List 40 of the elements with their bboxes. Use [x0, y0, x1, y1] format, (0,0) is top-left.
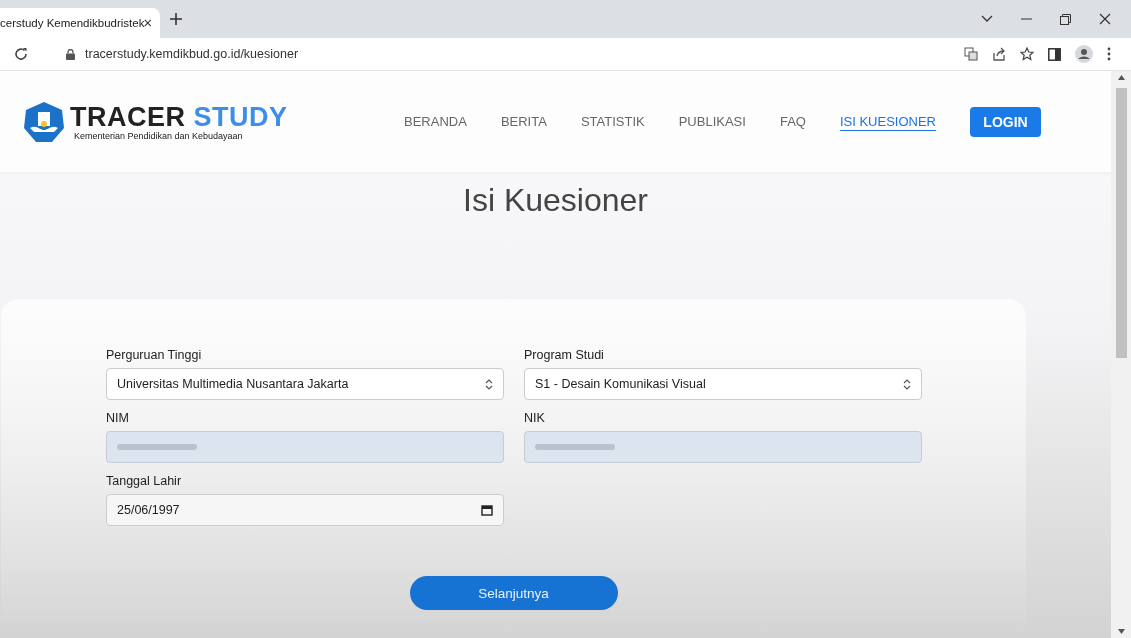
logo-subtitle: Kementerian Pendidikan dan Kebudayaan — [74, 130, 244, 141]
nav-link[interactable]: ISI KUESIONER — [839, 114, 936, 129]
logo-title: TRACER STUDY — [70, 102, 288, 131]
select-field[interactable]: Universitas Multimedia Nusantara Jakarta — [106, 368, 504, 400]
close-icon[interactable] — [144, 18, 152, 28]
field-label: Program Studi — [524, 348, 605, 362]
field-label: NIK — [524, 411, 546, 425]
share-icon[interactable] — [992, 47, 1006, 61]
scrollbar[interactable] — [1111, 71, 1131, 638]
browser-tab[interactable]: cerstudy Kemendikbudristek — [0, 8, 160, 38]
translate-icon[interactable] — [964, 47, 978, 61]
scroll-down-icon[interactable] — [1117, 629, 1125, 634]
emblem-icon — [22, 99, 66, 144]
nav-link[interactable]: BERANDA — [404, 114, 467, 129]
nav-link[interactable]: FAQ — [779, 114, 806, 129]
nav-link[interactable]: STATISTIK — [580, 114, 645, 129]
side-panel-icon[interactable] — [1048, 47, 1061, 61]
close-icon[interactable] — [1099, 13, 1111, 25]
new-tab-icon[interactable] — [170, 13, 182, 25]
chevron-down-icon[interactable] — [981, 15, 993, 23]
page-title: Isi Kuesioner — [463, 183, 648, 217]
next-button[interactable]: Selanjutnya — [409, 576, 618, 610]
menu-icon[interactable] — [1107, 47, 1111, 61]
scroll-up-icon[interactable] — [1117, 75, 1125, 80]
star-icon[interactable] — [1020, 47, 1034, 61]
restore-icon[interactable] — [1060, 13, 1071, 25]
lock-icon — [66, 48, 75, 60]
reload-icon[interactable] — [14, 47, 28, 61]
calendar-icon[interactable] — [481, 504, 493, 516]
nav-link[interactable]: PUBLIKASI — [678, 114, 746, 129]
sort-arrows-icon — [485, 377, 493, 391]
select-field[interactable]: S1 - Desain Komunikasi Visual — [524, 368, 922, 400]
login-button[interactable]: LOGIN — [970, 106, 1041, 137]
nav-link[interactable]: BERITA — [500, 114, 547, 129]
field-label: Perguruan Tinggi — [106, 348, 203, 362]
sort-arrows-icon — [903, 377, 911, 391]
field-label: Tanggal Lahir — [106, 474, 183, 488]
date-field[interactable]: 25/06/1997 — [106, 494, 504, 526]
profile-icon[interactable] — [1075, 45, 1093, 63]
field-label: NIM — [106, 411, 130, 425]
